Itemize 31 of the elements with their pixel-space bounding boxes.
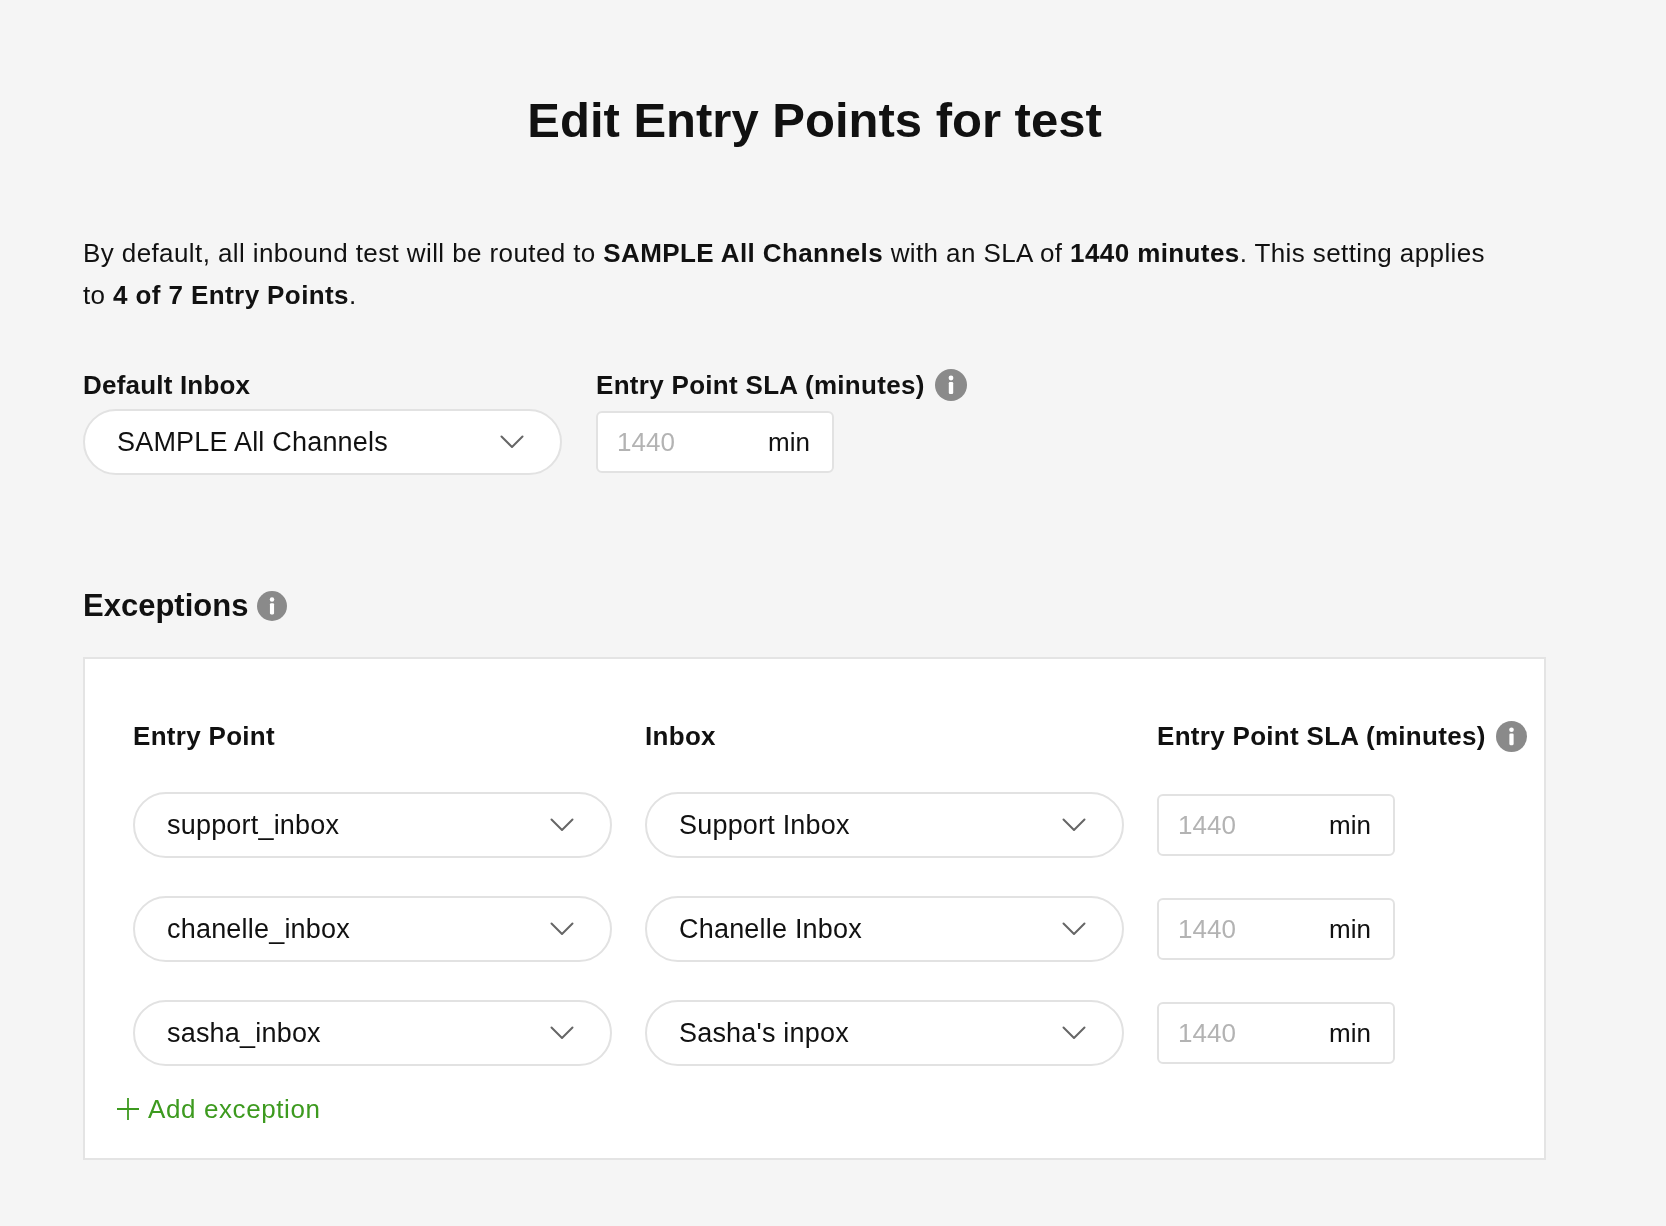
unit-label: min [1329, 812, 1371, 838]
entry-point-dropdown[interactable]: support_inbox [133, 792, 612, 858]
field-label: Entry Point SLA (minutes) [596, 369, 925, 401]
plus-icon [116, 1097, 140, 1121]
field-label: Default Inbox [83, 369, 251, 401]
unit-label: min [1329, 916, 1371, 942]
inbox-dropdown[interactable]: Support Inbox [645, 792, 1124, 858]
entry-point-dropdown[interactable]: sasha_inbox [133, 1000, 612, 1066]
info-icon[interactable] [934, 369, 967, 401]
unit-label: min [768, 429, 810, 455]
chevron-down-icon [1062, 818, 1086, 832]
chevron-down-icon [550, 1026, 574, 1040]
description-text: By default, all inbound test will be routed to SAMPLE All Channels with an SLA of 1440 minutes. This setting applies to 4 of 7 Entry Points. [83, 237, 1486, 312]
inbox-dropdown[interactable]: Sasha's inpox [645, 1000, 1124, 1066]
add-exception-link[interactable]: Add exception [116, 1093, 321, 1125]
chevron-down-icon [1062, 922, 1086, 936]
inbox-dropdown[interactable]: SAMPLE All Channels [83, 409, 562, 475]
section-title: Exceptions [83, 588, 249, 624]
page-title: Edit Entry Points for test [527, 92, 1102, 149]
column-header: Entry Point [133, 720, 275, 752]
chevron-down-icon [550, 818, 574, 832]
entry-point-dropdown[interactable]: chanelle_inbox [133, 896, 612, 962]
chevron-down-icon [1062, 1026, 1086, 1040]
column-header: Entry Point SLA (minutes) [1157, 720, 1486, 752]
inbox-dropdown[interactable]: Chanelle Inbox [645, 896, 1124, 962]
column-header: Inbox [645, 720, 716, 752]
chevron-down-icon [500, 435, 524, 449]
chevron-down-icon [550, 922, 574, 936]
unit-label: min [1329, 1020, 1371, 1046]
info-icon[interactable] [257, 591, 288, 621]
info-icon[interactable] [1495, 720, 1527, 752]
